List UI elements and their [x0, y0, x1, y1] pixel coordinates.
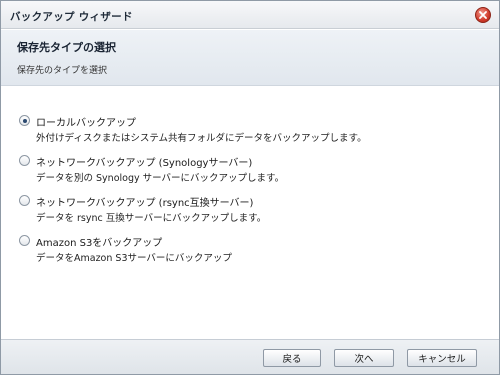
backup-wizard-window: バックアップ ウィザード 保存先タイプの選択 保存先のタイプを選択 ローカルバッ…: [0, 0, 500, 375]
radio-local-backup[interactable]: [19, 115, 30, 126]
option-label[interactable]: ローカルバックアップ: [36, 114, 136, 129]
next-button[interactable]: 次へ: [334, 349, 394, 367]
window-title: バックアップ ウィザード: [10, 11, 133, 23]
option-label[interactable]: ネットワークバックアップ (rsync互換サーバー): [36, 194, 253, 209]
radio-amazon-s3-backup[interactable]: [19, 235, 30, 246]
back-button[interactable]: 戻る: [263, 349, 321, 367]
title-bar[interactable]: バックアップ ウィザード: [1, 1, 499, 29]
step-description: 保存先のタイプを選択: [17, 66, 108, 76]
radio-network-backup-rsync[interactable]: [19, 195, 30, 206]
step-title: 保存先タイプの選択: [17, 41, 116, 54]
close-button[interactable]: [475, 7, 491, 23]
option-label[interactable]: Amazon S3をバックアップ: [36, 234, 162, 249]
radio-network-backup-synology[interactable]: [19, 155, 30, 166]
option-label[interactable]: ネットワークバックアップ (Synologyサーバー): [36, 154, 252, 169]
option-description: データを別の Synology サーバーにバックアップします。: [36, 173, 285, 184]
option-description: データをAmazon S3サーバーにバックアップ: [36, 253, 232, 264]
option-description: 外付けディスクまたはシステム共有フォルダにデータをバックアップします。: [36, 133, 367, 144]
destination-type-options: ローカルバックアップ 外付けディスクまたはシステム共有フォルダにデータをバックア…: [1, 87, 499, 339]
wizard-footer: 戻る 次へ キャンセル: [1, 339, 499, 374]
option-description: データを rsync 互換サーバーにバックアップします。: [36, 213, 267, 224]
wizard-step-header: 保存先タイプの選択 保存先のタイプを選択: [1, 30, 499, 86]
close-icon: [479, 11, 487, 19]
cancel-button[interactable]: キャンセル: [407, 349, 477, 367]
